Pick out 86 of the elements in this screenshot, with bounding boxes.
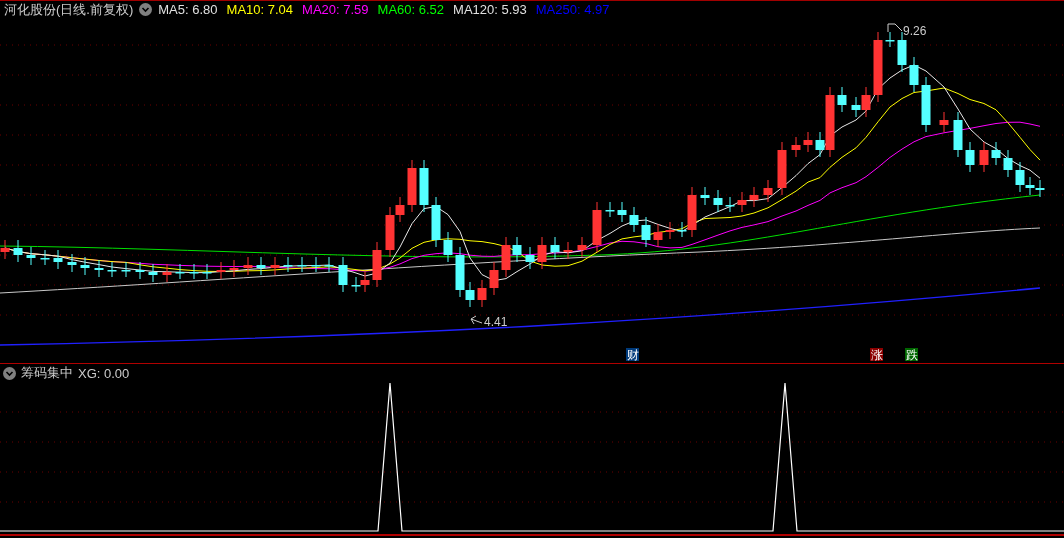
high-price-label: 9.26 [903,24,927,38]
candlestick [777,141,787,196]
indicator-value: MA5: 6.80 [158,2,218,17]
indicator-value: MA10: 7.04 [226,2,294,17]
candlestick [605,201,615,218]
candlestick [360,271,370,293]
candlestick [477,279,487,308]
candlestick [407,159,417,213]
candlestick [953,111,963,158]
chart-title: 河化股份(日线.前复权) [4,0,134,19]
candlestick [26,246,36,266]
candlestick [965,141,975,173]
indicator-value: MA60: 6.52 [377,2,445,17]
candlestick [1003,149,1013,178]
candlestick [189,263,199,280]
candlestick [338,256,348,293]
candlestick [162,263,172,283]
dropdown-icon[interactable] [3,366,16,380]
candlestick [763,179,773,203]
candlestick [243,256,253,276]
candlestick [324,256,334,273]
candlestick [135,261,145,280]
indicator-value: MA20: 7.59 [302,2,369,17]
candlestick [713,189,723,213]
candlestick [577,236,587,258]
candlestick [283,256,293,273]
candlestick [311,256,321,273]
candlestick [979,141,989,173]
indicator-value: MA250: 4.97 [535,2,610,17]
candlestick [1035,179,1045,198]
candlestick [256,256,266,276]
candlestick [351,276,361,293]
candlestick [175,263,185,280]
candlestick [700,186,710,206]
candlestick [837,86,847,113]
dropdown-icon[interactable] [139,3,153,16]
indicator-reading: XG: 0.00 [78,365,130,381]
candlestick [737,191,747,213]
low-price-label: 4.41 [484,315,508,329]
candlestick [749,186,759,208]
candlestick [525,246,535,270]
candlestick [94,259,104,278]
candlestick [372,241,382,288]
candlestick [67,253,77,273]
candlestick [202,263,212,280]
candlestick [443,231,453,263]
candlestick [629,206,639,233]
event-marker[interactable]: 涨 [870,348,883,362]
indicator-title: 筹码集中 [21,364,73,382]
candlestick [216,261,226,280]
candlestick [80,256,90,276]
candlestick [0,239,10,260]
candlestick [563,241,573,260]
candlestick [909,56,919,93]
candlestick [13,239,23,263]
candlestick [791,136,801,158]
candlestick [921,76,931,133]
candlestick [229,259,239,278]
candlestick [297,256,307,273]
candlestick [885,31,895,48]
candlestick [617,201,627,223]
candlestick [665,221,675,240]
event-marker[interactable]: 财 [626,348,639,362]
candlestick [641,216,651,248]
candlestick [431,196,441,248]
candlestick [40,249,50,266]
candlestick [53,249,63,270]
event-marker[interactable]: 跌 [905,348,918,362]
candlestick [121,261,131,278]
candlestick [725,196,735,213]
candlestick [991,141,1001,166]
candlestick [653,223,663,248]
candlestick [489,261,499,296]
candlestick [803,131,813,153]
candlestick [873,31,883,103]
candlestick [592,201,602,253]
leader-line [470,315,483,325]
candlestick [537,236,547,270]
indicator-value: MA120: 5.93 [453,2,527,17]
candlestick [419,159,429,213]
candlestick [270,256,280,276]
candlestick [550,236,560,260]
candlestick [148,263,158,283]
candlestick [939,111,949,133]
leader-line [887,23,903,33]
candlestick [107,261,117,278]
